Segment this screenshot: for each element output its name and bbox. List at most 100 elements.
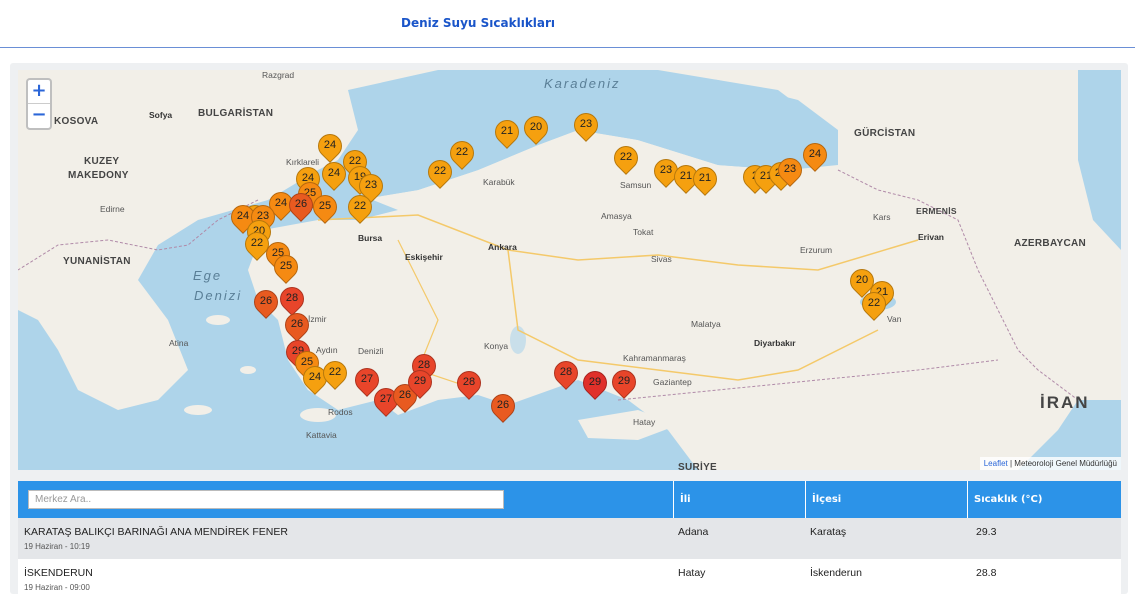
label-karadeniz: Karadeniz (544, 76, 621, 91)
label-gurcistan: GÜRCİSTAN (854, 128, 916, 139)
temperature-marker[interactable]: 25 (308, 190, 342, 225)
table-header: İli İlçesi Sıcaklık (°C) (18, 481, 1121, 518)
label-bulgaristan: BULGARİSTAN (198, 108, 274, 119)
label-rodos: Rodos (328, 407, 353, 417)
temperature-marker[interactable]: 29 (578, 366, 612, 401)
marker-value: 28 (285, 292, 299, 304)
attribution-text: | Meteoroloji Genel Müdürlüğü (1007, 459, 1117, 468)
label-gaziantep: Gaziantep (653, 377, 692, 387)
label-sivas: Sivas (651, 254, 672, 264)
zoom-control: + − (26, 78, 52, 130)
search-input[interactable] (28, 490, 504, 509)
temperature-marker[interactable]: 26 (284, 188, 318, 223)
temperature-marker[interactable]: 22 (445, 136, 479, 171)
label-suriye: SURİYE (678, 462, 718, 470)
label-razgrad: Razgrad (262, 70, 295, 80)
temperature-marker[interactable]: 24 (798, 138, 832, 173)
temperature-marker[interactable]: 26 (249, 285, 283, 320)
leaflet-link[interactable]: Leaflet (984, 459, 1008, 468)
label-ankara: Ankara (488, 242, 517, 252)
cell-sicaklik: 29.3 (976, 526, 997, 538)
marker-value: 28 (559, 366, 573, 378)
map[interactable]: Karadeniz Ege Denizi BULGARİSTAN KOSOVA … (18, 70, 1121, 470)
station-table: İli İlçesi Sıcaklık (°C) KARATAŞ BALIKÇI… (18, 481, 1121, 600)
temperature-marker[interactable]: 28 (549, 356, 583, 391)
temperature-marker[interactable]: 24 (317, 157, 351, 192)
label-hatay: Hatay (633, 417, 656, 427)
map-attribution: Leaflet | Meteoroloji Genel Müdürlüğü (979, 457, 1121, 470)
cell-il: Hatay (678, 567, 706, 579)
marker-value: 24 (323, 139, 337, 151)
label-makedonya: MAKEDONY (68, 170, 129, 181)
temperature-marker[interactable]: 23 (569, 108, 603, 143)
label-eskisehir: Eskişehir (405, 252, 443, 262)
temperature-marker[interactable]: 22 (857, 287, 891, 322)
marker-value: 29 (617, 375, 631, 387)
temperature-marker[interactable]: 29 (403, 365, 437, 400)
marker-value: 26 (496, 399, 510, 411)
temperature-marker[interactable]: 24 (313, 129, 347, 164)
label-kuzey: KUZEY (84, 156, 120, 167)
cell-il: Adana (678, 526, 709, 538)
cell-ilce: Karataş (810, 526, 847, 538)
column-header-ilce[interactable]: İlçesi (805, 481, 967, 518)
temperature-marker[interactable]: 29 (607, 365, 641, 400)
zoom-out-button[interactable]: − (28, 104, 50, 128)
marker-value: 29 (588, 376, 602, 388)
label-malatya: Malatya (691, 319, 721, 329)
marker-value: 21 (500, 125, 514, 137)
label-konya: Konya (484, 341, 509, 351)
label-samsun: Samsun (620, 180, 652, 190)
temperature-marker[interactable]: 21 (490, 115, 524, 150)
zoom-in-button[interactable]: + (28, 80, 50, 104)
temperature-marker[interactable]: 20 (519, 111, 553, 146)
label-kars: Kars (873, 212, 891, 222)
temperature-marker[interactable]: 22 (343, 190, 377, 225)
label-karabuk: Karabük (483, 177, 515, 187)
marker-value: 22 (455, 146, 469, 158)
marker-value: 29 (413, 375, 427, 387)
column-header-sicaklik[interactable]: Sıcaklık (°C) (967, 481, 1121, 518)
label-sofya: Sofya (149, 110, 173, 120)
marker-value: 26 (290, 318, 304, 330)
label-amasya: Amasya (601, 211, 632, 221)
temperature-marker[interactable]: 21 (688, 162, 722, 197)
marker-value: 22 (867, 297, 881, 309)
marker-value: 21 (698, 172, 712, 184)
temperature-marker[interactable]: 22 (318, 356, 352, 391)
marker-value: 23 (783, 163, 797, 175)
temperature-marker[interactable]: 23 (773, 153, 807, 188)
marker-value: 28 (462, 376, 476, 388)
cell-ilce: İskenderun (810, 567, 862, 579)
label-van: Van (887, 314, 902, 324)
marker-value: 26 (294, 198, 308, 210)
top-bar: Deniz Suyu Sıcaklıkları (0, 0, 1135, 48)
marker-value: 22 (328, 366, 342, 378)
label-edirne: Edirne (100, 204, 125, 214)
label-athens: Atina (169, 338, 189, 348)
map-base (18, 70, 1121, 470)
table-row[interactable]: KARATAŞ BALIKÇI BARINAĞI ANA MENDİREK FE… (18, 518, 1121, 559)
cell-sicaklik: 28.8 (976, 567, 997, 579)
label-izmir: İzmir (308, 314, 327, 324)
temperature-marker[interactable]: 25 (269, 250, 303, 285)
temperature-marker[interactable]: 28 (452, 366, 486, 401)
label-azerbaycan: AZERBAYCAN (1014, 238, 1087, 249)
temperature-marker[interactable]: 22 (423, 155, 457, 190)
label-iran: İRAN (1040, 393, 1090, 412)
temperature-marker[interactable]: 26 (486, 389, 520, 424)
temperature-marker[interactable]: 22 (609, 141, 643, 176)
marker-value: 20 (529, 121, 543, 133)
label-tokat: Tokat (633, 227, 654, 237)
station-date: 19 Haziran - 09:00 (24, 583, 90, 592)
label-kirklareli: Kırklareli (286, 157, 320, 167)
label-erzurum: Erzurum (800, 245, 833, 255)
column-header-il[interactable]: İli (673, 481, 805, 518)
station-name: KARATAŞ BALIKÇI BARINAĞI ANA MENDİREK FE… (24, 526, 288, 538)
marker-value: 22 (353, 200, 367, 212)
label-kahramanmaras: Kahramanmaraş (623, 353, 686, 363)
marker-value: 25 (279, 260, 293, 272)
label-ermenistan: ERMENİS (916, 206, 957, 216)
marker-value: 25 (318, 200, 332, 212)
marker-value: 27 (360, 373, 374, 385)
